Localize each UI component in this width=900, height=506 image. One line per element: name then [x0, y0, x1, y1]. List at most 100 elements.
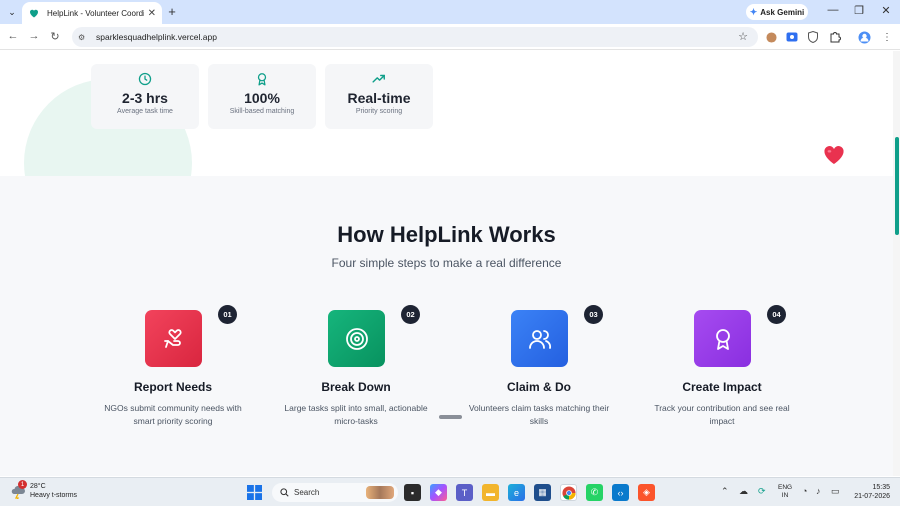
search-highlight-image [366, 486, 394, 499]
lang-region: IN [781, 492, 789, 499]
step-description: Large tasks split into small, actionable… [284, 403, 428, 426]
tab-close-icon[interactable]: ✕ [148, 8, 156, 19]
weather-text: 28°C Heavy t-storms [30, 482, 77, 500]
step-icon-box [328, 310, 385, 367]
hand-heart-icon [163, 328, 182, 348]
step-title: Claim & Do [506, 380, 571, 394]
award-icon [257, 73, 267, 86]
extensions-puzzle-icon[interactable] [828, 30, 842, 44]
step-card-report-needs: 01 Report Needs NGOs submit community ne… [83, 305, 263, 440]
stat-label: Priority scoring [355, 108, 403, 115]
tab-search-chevron-icon[interactable]: ⌄ [4, 4, 20, 20]
lang-code: ENG [778, 484, 793, 491]
stat-card-matching: 100% Skill-based matching [208, 64, 316, 129]
step-number-badge: 02 [401, 305, 420, 324]
reload-icon[interactable]: ↻ [48, 30, 62, 43]
step-description: Volunteers claim tasks matching their sk… [468, 403, 610, 426]
edge-icon[interactable]: e [508, 484, 525, 501]
users-icon [528, 329, 551, 349]
step-description: Track your contribution and see real imp… [654, 403, 790, 426]
extension-shield-icon[interactable] [806, 30, 820, 44]
stat-value: 2-3 hrs [122, 90, 168, 106]
tab-strip: ⌄ HelpLink - Volunteer Coordinati ✕ + ✦ … [0, 0, 900, 24]
hero-section: 2-3 hrs Average task time 100% Skill-bas… [0, 51, 893, 176]
chrome-icon[interactable] [560, 484, 577, 501]
ask-gemini-label: Ask Gemini [760, 7, 805, 17]
clock-date: 21-07-2026 [854, 493, 890, 500]
file-viewer-icon[interactable]: ▪ [404, 484, 421, 501]
step-number-badge: 01 [218, 305, 237, 324]
clock-time: 15:35 [872, 484, 890, 491]
bookmark-star-icon[interactable]: ☆ [738, 30, 748, 43]
heart-icon [824, 146, 844, 165]
step-number-badge: 04 [767, 305, 786, 324]
weather-widget[interactable]: 1 28°C Heavy t-storms [10, 480, 77, 502]
step-icon-box [511, 310, 568, 367]
windows-start-icon[interactable] [246, 484, 263, 501]
weather-temp: 28°C [30, 483, 46, 490]
store-icon[interactable]: ▦ [534, 484, 551, 501]
search-icon [280, 488, 289, 497]
site-settings-icon[interactable]: ⚙ [78, 33, 90, 42]
weather-desc: Heavy t-storms [30, 492, 78, 499]
step-card-create-impact: 04 Create Impact Track your contribution… [632, 305, 812, 440]
forward-icon[interactable]: → [27, 30, 41, 42]
how-it-works-section: How HelpLink Works Four simple steps to … [0, 176, 893, 476]
profile-avatar-icon[interactable] [857, 30, 871, 44]
page-content: 2-3 hrs Average task time 100% Skill-bas… [0, 51, 893, 476]
target-icon [345, 327, 368, 350]
section-subtitle: Four simple steps to make a real differe… [331, 256, 562, 270]
step-icon-box [145, 310, 202, 367]
language-indicator[interactable]: ENG IN [778, 484, 792, 500]
stat-card-priority: Real-time Priority scoring [325, 64, 433, 129]
award-icon [715, 328, 730, 350]
address-bar[interactable]: ⚙ sparklesquadhelplink.vercel.app ☆ [72, 27, 758, 47]
section-title: How HelpLink Works [337, 222, 556, 247]
search-label: Search [294, 488, 320, 497]
minimize-icon[interactable]: — [826, 4, 840, 16]
stat-label: Average task time [117, 108, 173, 115]
trending-up-icon [372, 74, 385, 83]
tray-chevron-icon[interactable]: ⌃ [721, 486, 729, 497]
battery-icon[interactable]: ▭ [831, 486, 840, 497]
scrollbar-thumb[interactable] [895, 137, 899, 235]
teams-icon[interactable]: T [456, 484, 473, 501]
back-icon[interactable]: ← [6, 30, 20, 42]
onedrive-icon[interactable]: ☁ [739, 486, 748, 497]
weather-alert-badge: 1 [18, 480, 27, 489]
volume-icon[interactable]: ♪ [816, 486, 821, 496]
step-card-break-down: 02 Break Down Large tasks split into sma… [266, 305, 446, 440]
vscode-icon[interactable]: ‹› [612, 484, 629, 501]
brave-icon[interactable]: ◈ [638, 484, 655, 501]
browser-tab[interactable]: HelpLink - Volunteer Coordinati ✕ [22, 2, 162, 24]
browser-toolbar: ← → ↻ ⚙ sparklesquadhelplink.vercel.app … [0, 24, 900, 50]
step-title: Create Impact [682, 380, 762, 394]
file-explorer-icon[interactable]: ▬ [482, 484, 499, 501]
wifi-icon[interactable]: ◔ [802, 486, 807, 496]
sync-icon[interactable]: ⟳ [758, 486, 766, 497]
drag-handle[interactable] [439, 415, 462, 419]
step-title: Break Down [321, 380, 391, 394]
stat-card-task-time: 2-3 hrs Average task time [91, 64, 199, 129]
stat-value: 100% [244, 90, 280, 106]
ask-gemini-button[interactable]: ✦ Ask Gemini [746, 4, 808, 20]
stat-value: Real-time [347, 90, 411, 106]
system-clock[interactable]: 15:35 21-07-2026 [850, 483, 890, 501]
page-scrollbar[interactable] [893, 51, 900, 476]
step-card-claim-do: 03 Claim & Do Volunteers claim tasks mat… [449, 305, 629, 440]
whatsapp-icon[interactable]: ✆ [586, 484, 603, 501]
heart-favicon-icon [30, 9, 38, 18]
window-close-icon[interactable]: ✕ [879, 4, 893, 17]
os-taskbar: 1 28°C Heavy t-storms Search ▪ ◆ T ▬ e ▦… [0, 477, 900, 506]
restore-icon[interactable]: ❐ [852, 4, 866, 17]
extension-avatar-icon[interactable] [764, 30, 778, 44]
step-description: NGOs submit community needs with smart p… [104, 403, 242, 426]
step-title: Report Needs [133, 380, 213, 394]
taskbar-search[interactable]: Search [272, 483, 398, 502]
copilot-icon[interactable]: ◆ [430, 484, 447, 501]
extension-screen-icon[interactable] [785, 30, 799, 44]
url-text: sparklesquadhelplink.vercel.app [96, 32, 217, 42]
new-tab-button[interactable]: + [166, 4, 178, 20]
storm-cloud-icon: 1 [10, 480, 27, 502]
browser-menu-icon[interactable]: ⋮ [880, 30, 894, 44]
